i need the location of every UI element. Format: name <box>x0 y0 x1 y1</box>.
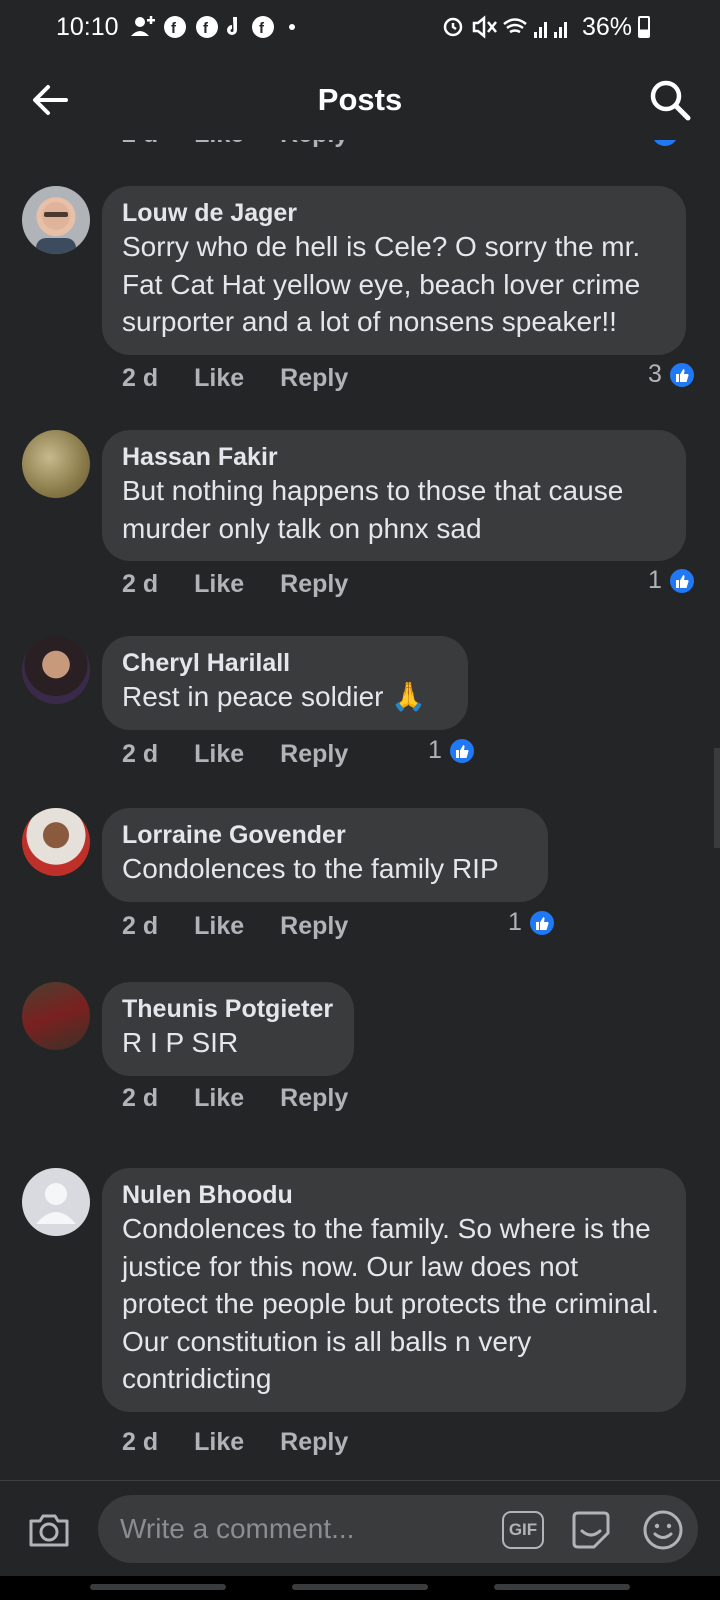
reply-button[interactable]: Reply <box>280 1084 348 1113</box>
avatar[interactable] <box>22 636 90 704</box>
cut-off-time: 2 d <box>122 140 158 154</box>
nav-home[interactable] <box>292 1584 428 1590</box>
comment-bubble[interactable]: Lorraine Govender Condolences to the fam… <box>102 808 548 902</box>
comment: Lorraine Govender Condolences to the fam… <box>0 808 720 964</box>
comment-time[interactable]: 2 d <box>122 1084 158 1113</box>
comment-author[interactable]: Nulen Bhoodu <box>122 1180 666 1210</box>
cut-off-reply: Reply <box>280 140 348 154</box>
avatar[interactable] <box>22 186 90 254</box>
reaction-number: 1 <box>508 908 522 936</box>
like-button[interactable]: Like <box>194 912 244 941</box>
reply-button[interactable]: Reply <box>280 912 348 941</box>
comment-actions: 2 d Like Reply <box>122 740 348 769</box>
page-title: Posts <box>317 82 403 117</box>
reaction-count[interactable]: 1 <box>648 566 696 595</box>
comment-author[interactable]: Cheryl Harilall <box>122 648 448 678</box>
comment: Hassan Fakir But nothing happens to thos… <box>0 430 720 620</box>
like-button[interactable]: Like <box>194 1428 244 1457</box>
comment-text: R I P SIR <box>122 1027 239 1058</box>
like-button[interactable]: Like <box>194 740 244 769</box>
reaction-number: 1 <box>428 736 442 764</box>
reply-button[interactable]: Reply <box>280 1428 348 1457</box>
comment-actions: 2 d Like Reply <box>122 570 348 599</box>
thumbs-up-icon <box>667 566 696 595</box>
reaction-count[interactable]: 3 <box>648 360 696 389</box>
avatar[interactable] <box>22 430 90 498</box>
comment-author[interactable]: Theunis Potgieter <box>122 994 334 1024</box>
gif-button[interactable]: GIF <box>502 1511 544 1549</box>
comment-author[interactable]: Lorraine Govender <box>122 820 528 850</box>
comment: Nulen Bhoodu Condolences to the family. … <box>0 1168 720 1468</box>
comment-author[interactable]: Louw de Jager <box>122 198 666 228</box>
reply-button[interactable]: Reply <box>280 364 348 393</box>
comment-text: Rest in peace soldier 🙏 <box>122 681 427 712</box>
comment-time[interactable]: 2 d <box>122 570 158 599</box>
comment-text: Sorry who de hell is Cele? O sorry the m… <box>122 231 641 337</box>
reply-button[interactable]: Reply <box>280 740 348 769</box>
thumbs-up-icon <box>447 736 476 765</box>
comments-feed[interactable]: 2 d Like Reply Louw de Jager Sorry who d… <box>0 140 720 1480</box>
cut-off-like-badge <box>652 140 678 146</box>
battery-icon <box>638 16 650 38</box>
comment-author[interactable]: Hassan Fakir <box>122 442 666 472</box>
comment-actions: 2 d Like Reply <box>122 364 348 393</box>
cut-off-like: Like <box>194 140 244 154</box>
arrow-left-icon[interactable] <box>28 78 72 122</box>
search-icon[interactable] <box>648 78 692 122</box>
comment: Cheryl Harilall Rest in peace soldier 🙏 … <box>0 636 720 792</box>
comment-text: Condolences to the family RIP <box>122 853 499 884</box>
comment-time[interactable]: 2 d <box>122 364 158 393</box>
avatar[interactable] <box>22 1168 90 1236</box>
comment-bubble[interactable]: Hassan Fakir But nothing happens to thos… <box>102 430 686 561</box>
comment-time[interactable]: 2 d <box>122 740 158 769</box>
reaction-number: 3 <box>648 360 662 388</box>
status-right: 36% <box>442 13 650 42</box>
comment-actions: 2 d Like Reply <box>122 1428 348 1457</box>
comment-bubble[interactable]: Cheryl Harilall Rest in peace soldier 🙏 <box>102 636 468 730</box>
comment-text: Condolences to the family. So where is t… <box>122 1213 659 1394</box>
reply-button[interactable]: Reply <box>280 570 348 599</box>
comment-actions: 2 d Like Reply <box>122 912 348 941</box>
comment: Louw de Jager Sorry who de hell is Cele?… <box>0 186 720 416</box>
comment-time[interactable]: 2 d <box>122 912 158 941</box>
scrollbar[interactable] <box>714 748 720 848</box>
nav-recents[interactable] <box>90 1584 226 1590</box>
system-icons <box>443 15 567 39</box>
battery: 36% <box>582 13 650 42</box>
comment-bubble[interactable]: Theunis Potgieter R I P SIR <box>102 982 354 1076</box>
like-button[interactable]: Like <box>194 364 244 393</box>
app-bar: Posts <box>0 60 720 140</box>
comment-actions: 2 d Like Reply <box>122 1084 348 1113</box>
comment: Theunis Potgieter R I P SIR 2 d Like Rep… <box>0 982 720 1138</box>
comment-text: But nothing happens to those that cause … <box>122 475 624 544</box>
comment-bubble[interactable]: Louw de Jager Sorry who de hell is Cele?… <box>102 186 686 355</box>
avatar[interactable] <box>22 808 90 876</box>
like-button[interactable]: Like <box>194 570 244 599</box>
reaction-count[interactable]: 1 <box>508 908 556 937</box>
status-bar: 10:10 fff 36% <box>0 0 720 54</box>
reaction-count[interactable]: 1 <box>428 736 476 765</box>
comment-bubble[interactable]: Nulen Bhoodu Condolences to the family. … <box>102 1168 686 1412</box>
reaction-number: 1 <box>648 566 662 594</box>
sticker-icon[interactable] <box>568 1507 614 1553</box>
status-left: 10:10 fff <box>56 13 299 42</box>
camera-icon[interactable] <box>26 1507 72 1553</box>
status-time: 10:10 <box>56 12 119 41</box>
thumbs-up-icon <box>527 908 556 937</box>
nav-back[interactable] <box>494 1584 630 1590</box>
notification-icons: fff <box>130 16 295 38</box>
avatar[interactable] <box>22 982 90 1050</box>
battery-percent: 36% <box>581 12 632 41</box>
system-nav-bar <box>0 1576 720 1600</box>
comment-time[interactable]: 2 d <box>122 1428 158 1457</box>
cut-off-actions: 2 d Like Reply <box>122 140 348 154</box>
thumbs-up-icon <box>667 360 696 389</box>
emoji-icon[interactable] <box>640 1507 686 1553</box>
comment-composer: GIF <box>0 1480 720 1576</box>
like-button[interactable]: Like <box>194 1084 244 1113</box>
